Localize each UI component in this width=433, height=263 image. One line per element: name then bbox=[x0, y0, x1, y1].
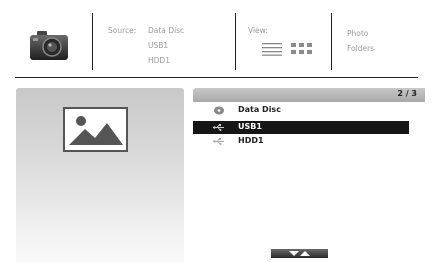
source-option-hdd1[interactable]: HDD1 bbox=[148, 56, 170, 65]
scroll-arrows-icon[interactable] bbox=[271, 249, 328, 258]
list-header: 2 / 3 bbox=[193, 88, 425, 102]
camera-icon bbox=[30, 31, 68, 60]
list-item-usb1[interactable]: USB1 bbox=[193, 121, 409, 134]
header-divider bbox=[235, 13, 236, 70]
source-option-usb1[interactable]: USB1 bbox=[148, 41, 168, 50]
list-item-label: HDD1 bbox=[238, 136, 264, 145]
header-divider bbox=[331, 13, 332, 70]
header-separator bbox=[15, 77, 418, 78]
list-view-icon[interactable] bbox=[262, 42, 282, 56]
header-divider bbox=[92, 13, 93, 70]
source-option-data-disc[interactable]: Data Disc bbox=[148, 26, 184, 35]
usb-icon bbox=[213, 124, 224, 131]
image-placeholder-icon bbox=[63, 107, 128, 152]
list-item-data-disc[interactable]: Data Disc bbox=[193, 104, 409, 117]
list-item-hdd1[interactable]: HDD1 bbox=[193, 135, 409, 148]
content-option-photo[interactable]: Photo bbox=[347, 29, 368, 38]
source-label: Source: bbox=[108, 26, 137, 35]
hdd-icon bbox=[213, 138, 224, 145]
grid-view-icon[interactable] bbox=[291, 43, 313, 55]
view-label: View: bbox=[248, 26, 268, 35]
disc-icon bbox=[214, 106, 224, 115]
list-item-label: Data Disc bbox=[238, 105, 281, 114]
content-option-folders[interactable]: Folders bbox=[347, 44, 374, 53]
list-item-label: USB1 bbox=[238, 122, 262, 131]
page-indicator: 2 / 3 bbox=[397, 89, 417, 98]
